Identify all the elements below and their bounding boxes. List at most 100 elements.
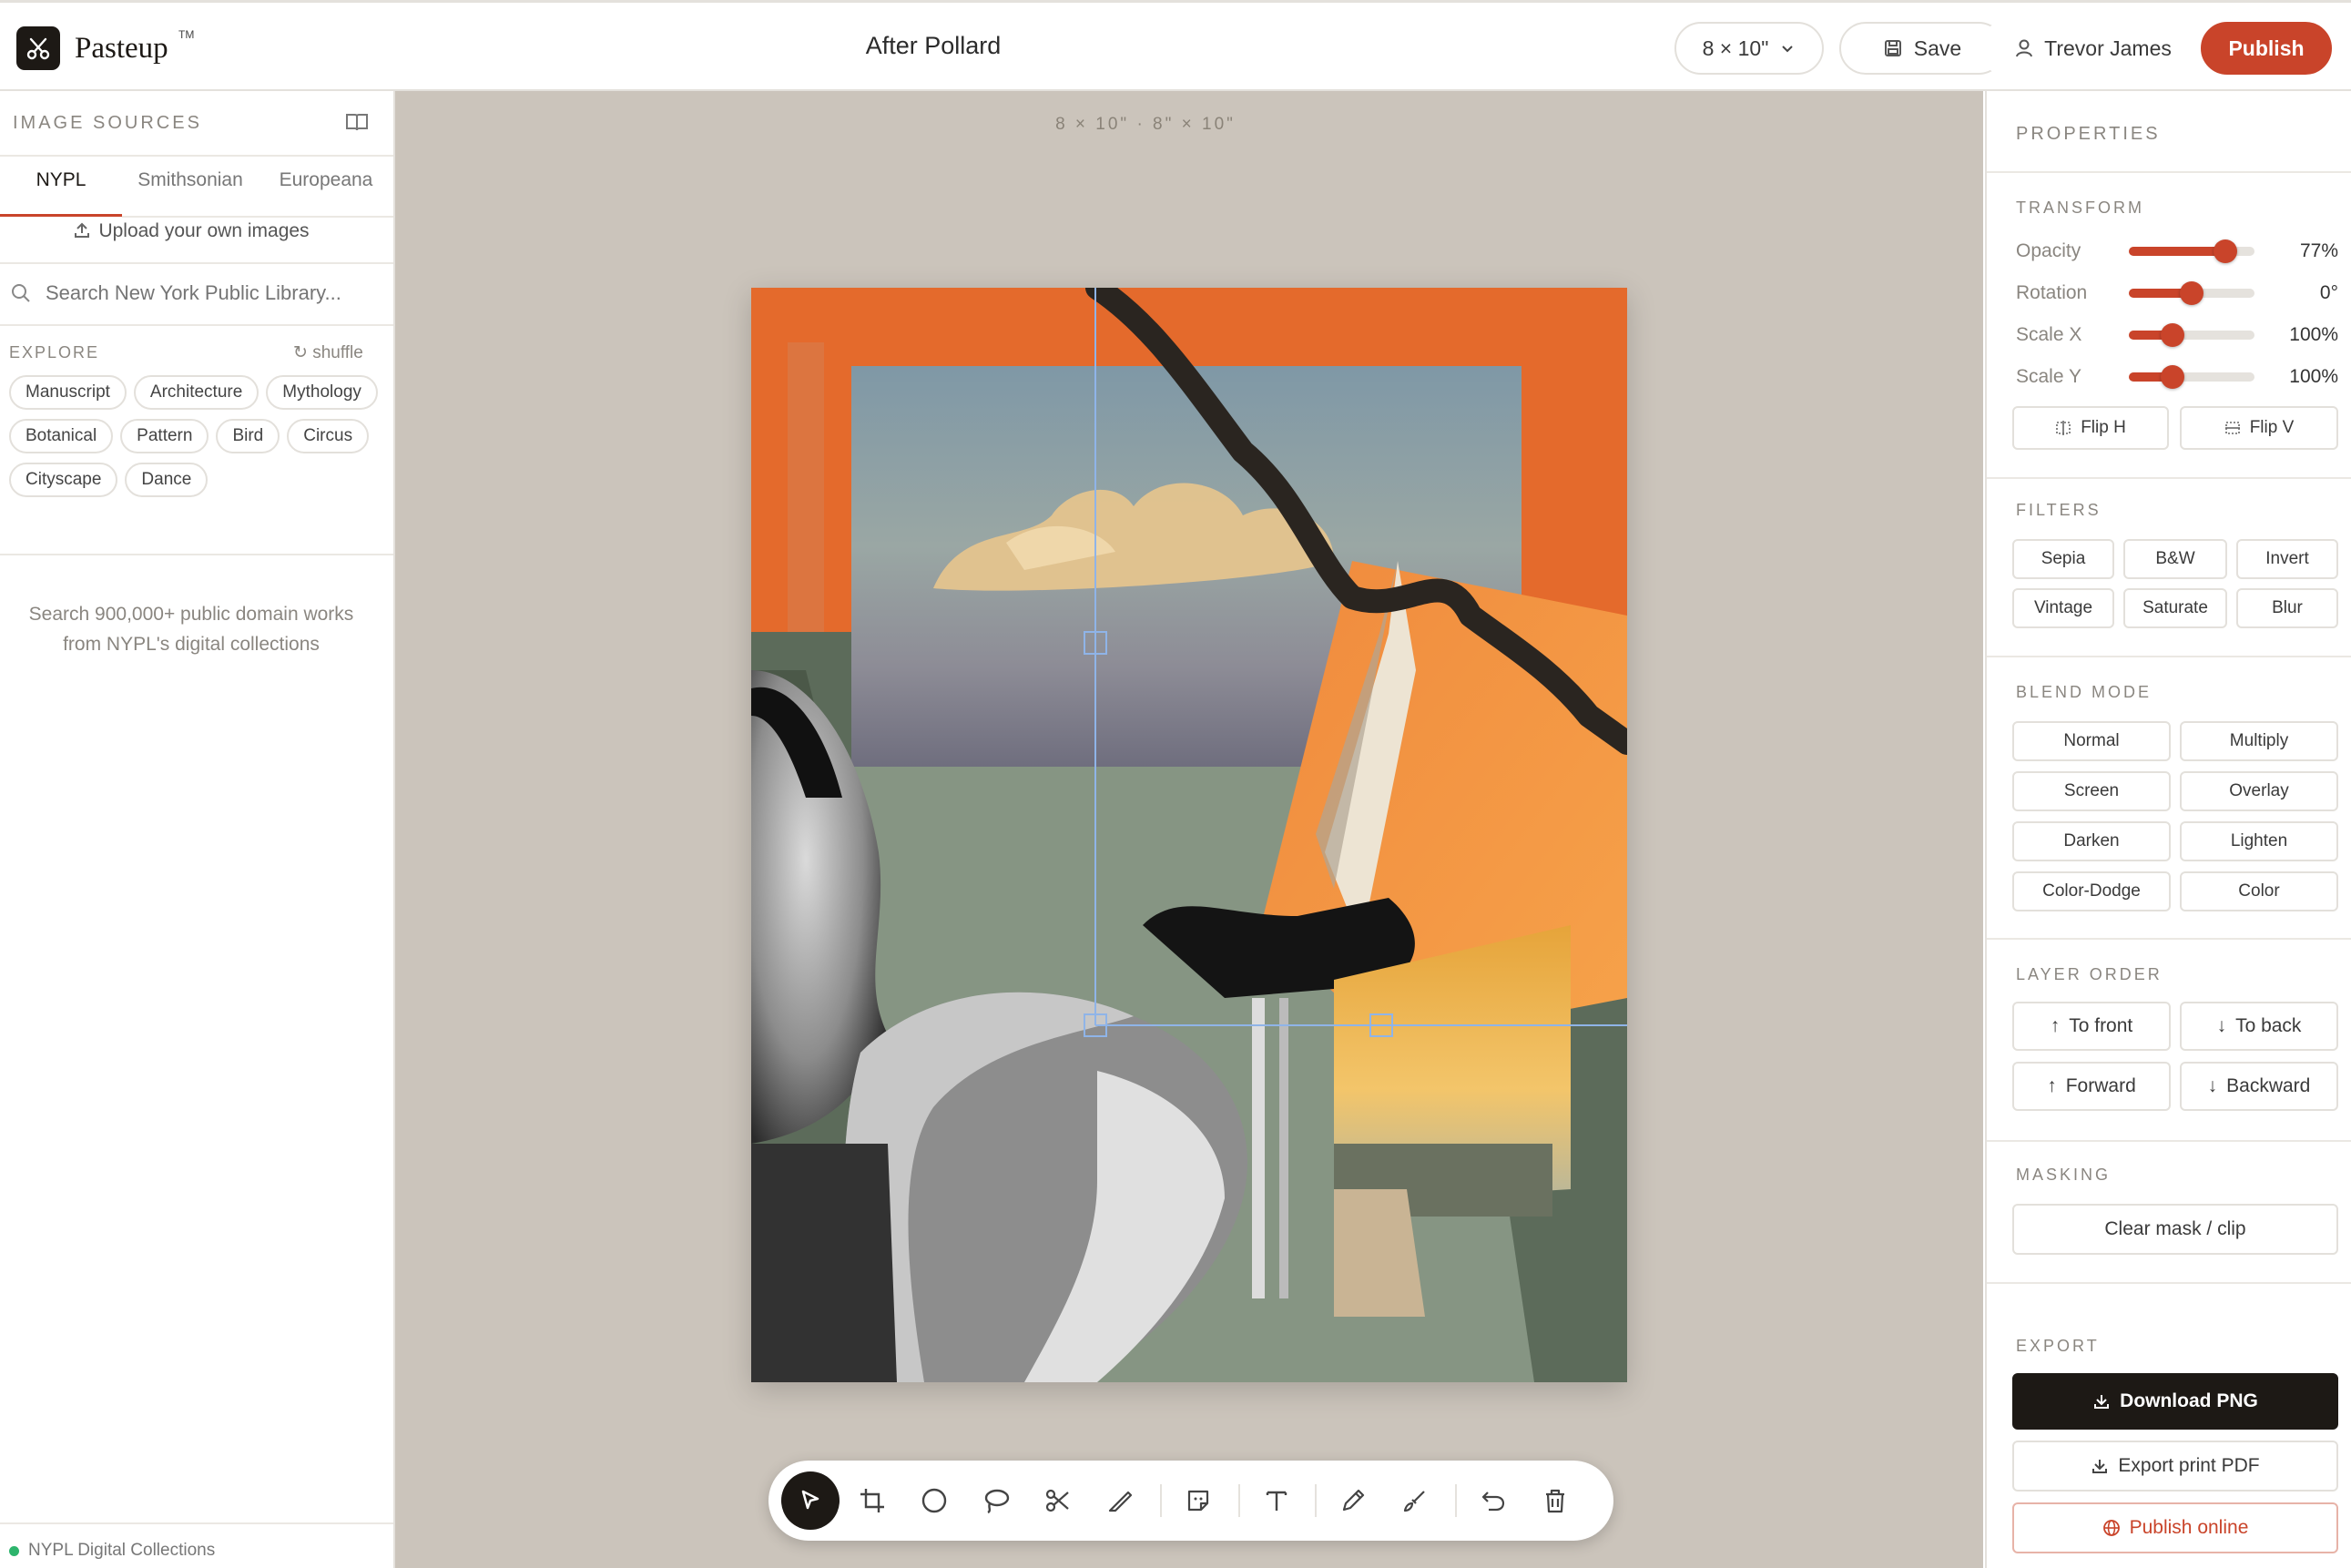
text-tool[interactable]: [1247, 1471, 1306, 1530]
shuffle-label: shuffle: [312, 343, 363, 362]
filter-invert[interactable]: Invert: [2236, 539, 2338, 579]
chip-dance[interactable]: Dance: [125, 463, 209, 497]
filter-bw[interactable]: B&W: [2123, 539, 2227, 579]
chip-architecture[interactable]: Architecture: [133, 375, 260, 410]
chip-botanical[interactable]: Botanical: [9, 419, 114, 453]
hint-line-2: from NYPL's digital collections: [63, 634, 320, 655]
upload-icon: [75, 222, 90, 238]
brush-icon: [1403, 1491, 1425, 1512]
to-back-button[interactable]: ↓ To back: [2180, 1002, 2338, 1051]
tool-bar: [768, 1461, 1613, 1541]
flip-h-button[interactable]: Flip H: [2012, 406, 2169, 450]
opacity-slider-handle[interactable]: [2214, 239, 2238, 263]
publish-online-button[interactable]: Publish online: [2012, 1502, 2338, 1553]
status-dot-icon: [9, 1545, 19, 1556]
scale-y-slider[interactable]: [2129, 372, 2254, 382]
brush-tool[interactable]: [1386, 1471, 1444, 1530]
blend-color[interactable]: Color: [2180, 871, 2338, 911]
download-png-button[interactable]: Download PNG: [2012, 1373, 2338, 1430]
explore-label: EXPLORE: [9, 343, 100, 361]
blend-screen[interactable]: Screen: [2012, 771, 2171, 811]
publish-online-label: Publish online: [2129, 1517, 2249, 1538]
pencil-icon: [1342, 1489, 1365, 1512]
chip-pattern[interactable]: Pattern: [120, 419, 209, 453]
text-icon: [1266, 1491, 1287, 1511]
scissors-tool[interactable]: [1029, 1471, 1087, 1530]
scale-y-slider-handle[interactable]: [2161, 365, 2185, 389]
lasso-tool[interactable]: [967, 1471, 1025, 1530]
panel-heading: IMAGE SOURCES: [13, 113, 202, 133]
publish-button[interactable]: Publish: [2201, 22, 2332, 75]
document-title[interactable]: After Pollard: [819, 32, 1047, 60]
sticker-icon: [1187, 1490, 1209, 1512]
backward-button[interactable]: ↓ Backward: [2180, 1062, 2338, 1111]
blend-normal[interactable]: Normal: [2012, 721, 2171, 761]
tab-smithsonian[interactable]: Smithsonian: [122, 169, 259, 217]
blend-darken[interactable]: Darken: [2012, 821, 2171, 861]
transform-heading: TRANSFORM: [2016, 199, 2144, 217]
select-tool[interactable]: [781, 1471, 840, 1530]
blend-multiply[interactable]: Multiply: [2180, 721, 2338, 761]
user-name: Trevor James: [2044, 36, 2172, 60]
user-menu[interactable]: Trevor James: [1979, 22, 2208, 75]
pencil-tool[interactable]: [1324, 1471, 1382, 1530]
flip-v-button[interactable]: Flip V: [2180, 406, 2338, 450]
chip-mythology[interactable]: Mythology: [266, 375, 378, 410]
filter-sepia[interactable]: Sepia: [2012, 539, 2114, 579]
forward-label: Forward: [2065, 1075, 2136, 1096]
blend-color-dodge[interactable]: Color-Dodge: [2012, 871, 2171, 911]
scale-x-slider-handle[interactable]: [2161, 323, 2185, 347]
crop-tool[interactable]: [843, 1471, 901, 1530]
search-hint: Search 900,000+ public domain works from…: [0, 599, 382, 659]
rotation-slider-handle[interactable]: [2180, 281, 2203, 305]
sticker-tool[interactable]: [1169, 1471, 1227, 1530]
to-front-button[interactable]: ↑ To front: [2012, 1002, 2171, 1051]
chip-bird[interactable]: Bird: [216, 419, 280, 453]
shuffle-button[interactable]: ↻ shuffle: [293, 342, 363, 363]
forward-button[interactable]: ↑ Forward: [2012, 1062, 2171, 1111]
canvas-size-select[interactable]: 8 × 10": [1674, 22, 1824, 75]
export-pdf-button[interactable]: Export print PDF: [2012, 1441, 2338, 1492]
collage-artwork[interactable]: [751, 288, 1627, 1382]
to-back-label: To back: [2235, 1015, 2302, 1036]
canvas-area: 8 × 10" · 8" × 10": [395, 91, 1983, 1568]
filter-blur[interactable]: Blur: [2236, 588, 2338, 628]
undo-button[interactable]: [1464, 1471, 1522, 1530]
ellipse-icon: [921, 1488, 947, 1513]
clear-mask-button[interactable]: Clear mask / clip: [2012, 1204, 2338, 1255]
blend-overlay[interactable]: Overlay: [2180, 771, 2338, 811]
download-icon: [2092, 1460, 2108, 1473]
scale-x-slider[interactable]: [2129, 331, 2254, 340]
scale-x-label: Scale X: [2016, 324, 2082, 345]
search-input[interactable]: [46, 273, 373, 313]
ellipse-tool[interactable]: [905, 1471, 963, 1530]
blend-lighten[interactable]: Lighten: [2180, 821, 2338, 861]
filter-vintage[interactable]: Vintage: [2012, 588, 2114, 628]
filters-heading: FILTERS: [2016, 501, 2102, 519]
user-icon: [2016, 39, 2033, 57]
arrow-down-icon: ↓: [2216, 1015, 2227, 1036]
tab-europeana[interactable]: Europeana: [260, 169, 392, 217]
collection-status: NYPL Digital Collections: [9, 1541, 215, 1561]
scissors-logo-icon: [16, 26, 60, 70]
collage-artboard[interactable]: [751, 288, 1627, 1382]
opacity-value: 77%: [2299, 240, 2338, 261]
delete-button[interactable]: [1526, 1471, 1584, 1530]
upload-images-button[interactable]: Upload your own images: [0, 220, 382, 242]
hint-line-1: Search 900,000+ public domain works: [28, 604, 354, 625]
tab-nypl[interactable]: NYPL: [0, 169, 122, 217]
chip-cityscape[interactable]: Cityscape: [9, 463, 118, 497]
explore-chips: Manuscript Architecture Mythology Botani…: [9, 375, 392, 497]
search-icon: [12, 284, 30, 302]
export-heading: EXPORT: [2016, 1337, 2100, 1355]
publish-label: Publish: [2228, 36, 2305, 60]
chip-manuscript[interactable]: Manuscript: [9, 375, 127, 410]
knife-tool[interactable]: [1091, 1471, 1149, 1530]
chip-circus[interactable]: Circus: [287, 419, 370, 453]
arrow-up-icon: ↑: [2047, 1075, 2057, 1096]
select-icon: [801, 1490, 819, 1510]
arrow-down-icon: ↓: [2207, 1075, 2218, 1096]
refresh-icon: ↻: [293, 343, 313, 362]
flip-horizontal-icon: [2056, 421, 2071, 435]
filter-saturate[interactable]: Saturate: [2123, 588, 2227, 628]
